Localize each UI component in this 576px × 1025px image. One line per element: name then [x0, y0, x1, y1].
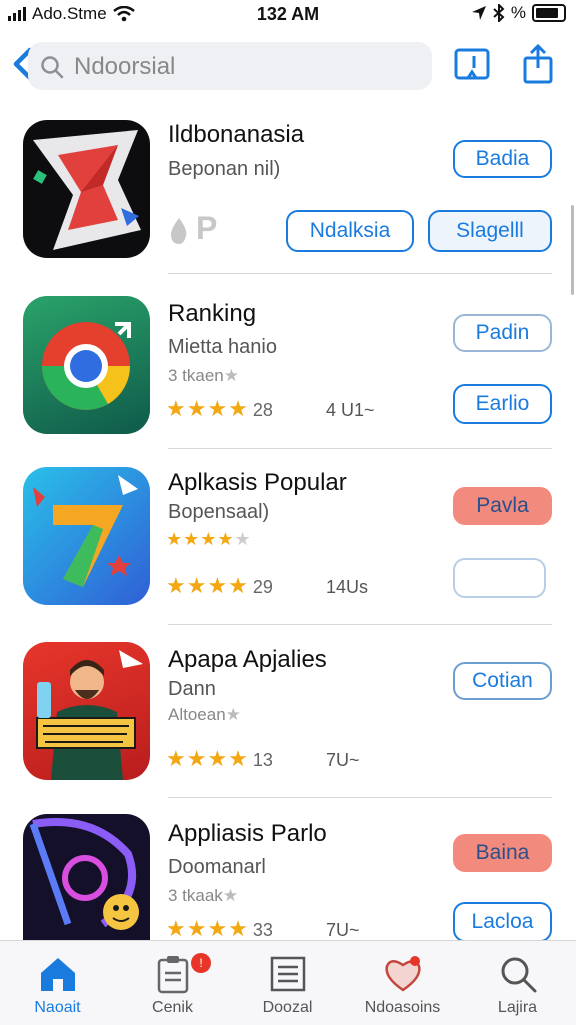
app-action-button[interactable]: Ndalksia [286, 210, 414, 252]
tab-label: Doozal [262, 999, 313, 1016]
app-secondary-button[interactable] [453, 558, 546, 598]
app-small-text: 3 tkaen★ [168, 366, 240, 385]
row-divider [168, 624, 552, 625]
tab-label: Lajira [497, 999, 538, 1016]
tab-documents[interactable]: Doozal [230, 941, 345, 1025]
search-icon [41, 56, 64, 79]
app-subtitle: Doomanarl [168, 856, 266, 878]
document-list-icon [270, 956, 306, 992]
share-icon[interactable] [518, 44, 558, 84]
tab-clipboard[interactable]: ! Cenik [115, 941, 230, 1025]
location-arrow-icon [471, 6, 486, 20]
app-icon-browser[interactable] [23, 296, 150, 434]
row-divider [168, 797, 552, 798]
drop-icon [170, 218, 187, 244]
notification-badge: ! [191, 953, 211, 973]
battery-percent: % [510, 3, 526, 22]
app-small-text: Altoean★ [168, 705, 241, 724]
tab-label: Naoait [34, 999, 81, 1016]
rating-count: 29 [252, 577, 273, 597]
rating-count: 28 [252, 400, 273, 420]
status-right: % [471, 3, 566, 23]
app-icon-star-logo[interactable] [23, 120, 150, 258]
app-small-text: 3 tkaak★ [168, 886, 239, 905]
app-icon-neon[interactable] [23, 814, 150, 940]
app-primary-button[interactable]: Cotian [453, 662, 552, 700]
heart-icon [385, 956, 421, 992]
search-header [0, 36, 576, 96]
clipboard-icon [157, 956, 189, 994]
browser-icon [42, 322, 131, 410]
app-title: Aplkasis Popular [168, 469, 347, 496]
search-box[interactable] [28, 42, 432, 90]
tab-home[interactable]: Naoait [0, 941, 115, 1025]
app-icon-seven[interactable] [23, 467, 150, 605]
app-subtitle: Bopensaal) [168, 501, 270, 523]
app-meta: 14Us [326, 577, 369, 597]
search-icon [501, 957, 537, 993]
app-title: Ranking [168, 300, 257, 327]
neon-logo-icon [29, 818, 139, 930]
presenter-icon [36, 650, 143, 780]
tab-favorites[interactable]: Ndoasoins [345, 941, 460, 1025]
tab-search[interactable]: Lajira [460, 941, 575, 1025]
rating-count: 33 [252, 920, 273, 940]
app-small-rating: ★★★★★ [166, 529, 252, 549]
bookmark-icon[interactable] [452, 44, 492, 84]
app-rating: ★★★★ 13 [166, 746, 273, 771]
tab-bar: Naoait ! Cenik Doozal Ndoasoins Lajira [0, 940, 576, 1025]
home-icon [41, 958, 75, 991]
row-divider [168, 448, 552, 449]
app-title: Ildbonanasia [168, 121, 305, 148]
row-divider [168, 273, 552, 274]
app-subtitle: Mietta hanio [168, 336, 277, 358]
app-rating: ★★★★ 29 [166, 573, 273, 598]
app-primary-button[interactable]: Padin [453, 314, 552, 352]
search-input[interactable] [72, 51, 416, 83]
app-meta: 7U~ [326, 920, 360, 940]
scrollbar[interactable] [571, 205, 574, 295]
app-subtitle: Dann [168, 678, 216, 700]
app-extra-letter: P [196, 210, 218, 246]
app-primary-button[interactable]: Pavla [453, 487, 552, 525]
tab-label: Cenik [152, 999, 193, 1016]
app-primary-button[interactable]: Badia [453, 140, 552, 178]
seven-logo-icon [33, 475, 138, 587]
app-secondary-button[interactable]: Lacloa [453, 902, 552, 942]
tab-label: Ndoasoins [364, 999, 441, 1016]
app-rating: ★★★★ 33 [166, 916, 273, 941]
app-meta: 4 U1~ [326, 400, 375, 420]
app-action-button[interactable]: Slagelll [428, 210, 552, 252]
rating-count: 13 [252, 750, 273, 770]
app-meta: 7U~ [326, 750, 360, 770]
app-title: Appliasis Parlo [168, 820, 327, 847]
battery-icon [532, 4, 566, 22]
bluetooth-icon [493, 4, 505, 22]
app-rating: ★★★★ 28 [166, 396, 273, 421]
status-bar: Ado.Stme 132 AM % [0, 0, 576, 30]
app-secondary-button[interactable]: Earlio [453, 384, 552, 424]
app-icon-presenter[interactable] [23, 642, 150, 780]
app-title: Apapa Apjalies [168, 646, 327, 673]
app-primary-button[interactable]: Baina [453, 834, 552, 872]
star-logo-icon [33, 130, 141, 250]
app-subtitle: Beponan nil) [168, 158, 281, 180]
